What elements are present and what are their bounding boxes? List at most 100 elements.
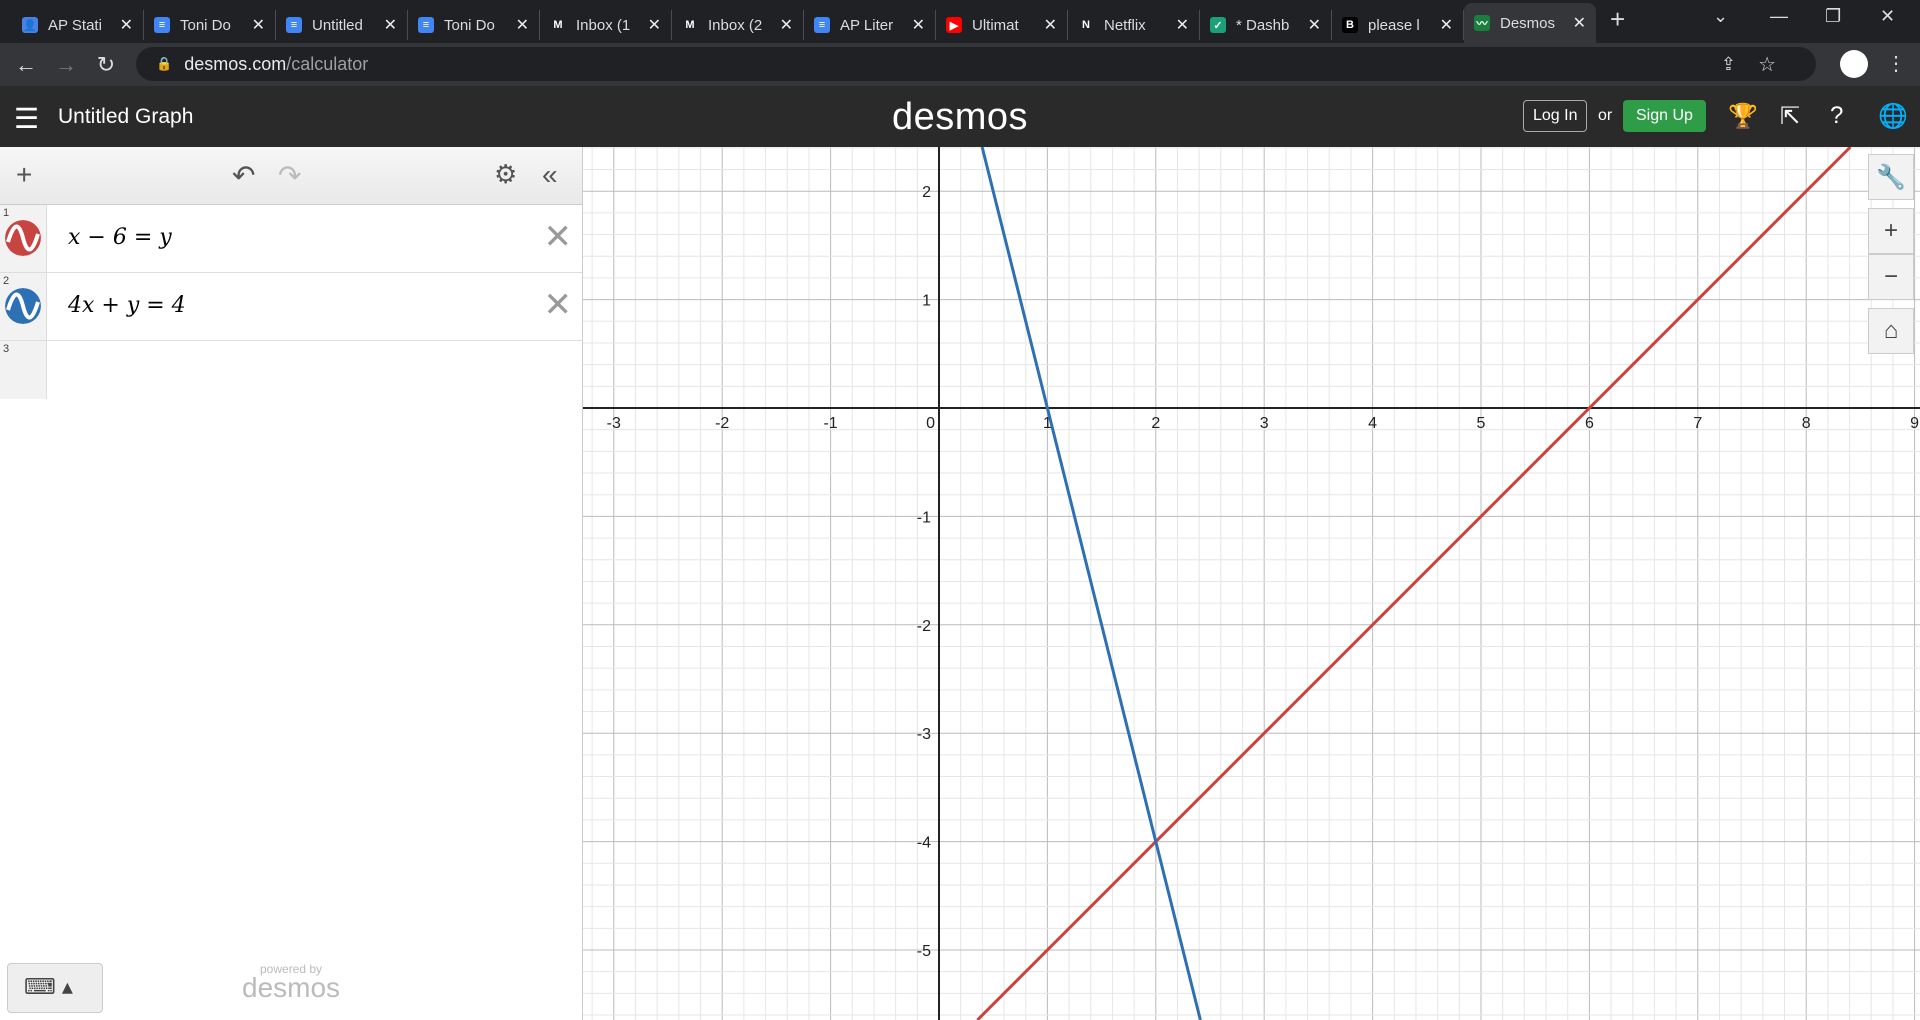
trophy-icon[interactable]: 🏆 — [1728, 102, 1758, 131]
tab[interactable]: ▶ Ultimat ✕ — [936, 10, 1068, 40]
x-tick-label: 3 — [1260, 415, 1269, 432]
y-tick-label: 1 — [922, 293, 931, 310]
x-tick-label: 9 — [1910, 415, 1919, 432]
tab-close-icon[interactable]: ✕ — [252, 15, 265, 35]
tab-title: Toni Do — [444, 16, 495, 34]
new-tab-button[interactable]: + — [1610, 4, 1625, 35]
powered-brand: desmos — [242, 972, 341, 1003]
settings-gear-icon[interactable]: ⚙ — [494, 159, 517, 190]
expression-row[interactable]: 2 4x + y = 4 ✕ — [0, 273, 582, 341]
tab-close-icon[interactable]: ✕ — [1308, 15, 1321, 35]
graph-toggle-icon[interactable] — [5, 288, 41, 324]
tab-close-icon[interactable]: ✕ — [516, 15, 529, 35]
expression-number: 3 — [3, 343, 10, 355]
collapse-panel-icon[interactable]: « — [542, 159, 558, 191]
y-tick-label: -2 — [917, 618, 931, 635]
x-tick-label: 7 — [1693, 415, 1702, 432]
minimize-button[interactable]: — — [1770, 6, 1788, 27]
share-icon[interactable]: ⇪ — [1721, 54, 1736, 75]
x-tick-label: 4 — [1368, 415, 1377, 432]
add-expression-icon[interactable]: + — [16, 159, 32, 191]
delete-expression-icon[interactable]: ✕ — [544, 217, 573, 257]
language-globe-icon[interactable]: 🌐 — [1878, 102, 1908, 131]
graph-toggle-icon[interactable] — [5, 220, 41, 256]
expression-toolbar: + ↶ ↷ ⚙ « — [0, 147, 582, 205]
tab-close-icon[interactable]: ✕ — [912, 15, 925, 35]
tab-favicon-icon: N — [1078, 17, 1094, 33]
tab-search-icon[interactable]: ⌄ — [1713, 6, 1728, 27]
share-graph-icon[interactable]: ⇱ — [1780, 102, 1800, 131]
star-icon[interactable]: ☆ — [1758, 52, 1776, 77]
expression-panel: + ↶ ↷ ⚙ « 1 x − 6 = y ✕ 2 4x + y = 4 ✕ 3 ⌨ ▴ p… — [0, 147, 583, 1020]
reload-icon[interactable]: ↻ — [86, 52, 126, 78]
tab-favicon-icon: ▶ — [946, 17, 962, 33]
expression-row[interactable]: 3 — [0, 341, 582, 399]
tab[interactable]: M Inbox (2 ✕ — [672, 10, 804, 40]
help-icon[interactable]: ? — [1830, 102, 1843, 130]
redo-icon[interactable]: ↷ — [278, 159, 301, 192]
x-tick-label: 2 — [1151, 415, 1160, 432]
tab-close-icon[interactable]: ✕ — [1176, 15, 1189, 35]
tab-close-icon[interactable]: ✕ — [1440, 15, 1453, 35]
tab[interactable]: ≡ AP Liter ✕ — [804, 10, 936, 40]
tab-close-icon[interactable]: ✕ — [1573, 13, 1586, 33]
tab-close-icon[interactable]: ✕ — [648, 15, 661, 35]
tab[interactable]: ≡ Untitled ✕ — [276, 10, 408, 40]
back-icon[interactable]: ← — [6, 52, 46, 78]
expression-math[interactable]: x − 6 = y — [68, 225, 172, 250]
tab-favicon-icon: M — [550, 17, 566, 33]
tab-title: Desmos — [1500, 14, 1556, 32]
forward-icon[interactable]: → — [46, 52, 86, 78]
tab-close-icon[interactable]: ✕ — [384, 15, 397, 35]
y-tick-label: -3 — [917, 726, 931, 743]
tab[interactable]: M Inbox (1 ✕ — [540, 10, 672, 40]
tab-title: AP Liter — [840, 16, 894, 34]
graph-canvas[interactable]: -3 -2 -1 0 1 2 3 4 5 6 7 8 9 -5 -4 -3 -2 -1 1 2 — [583, 147, 1920, 1020]
tab[interactable]: Bplease l ✕ — [1332, 10, 1464, 40]
tab[interactable]: ✓ * Dashb ✕ — [1200, 10, 1332, 40]
lock-icon: 🔒 — [156, 56, 173, 71]
tab-title: Untitled — [312, 16, 363, 34]
close-window-button[interactable]: ✕ — [1880, 6, 1895, 27]
url-input[interactable]: 🔒 desmos.com/calculator ☆ ⇪ — [136, 47, 1816, 81]
keyboard-toggle-button[interactable]: ⌨ ▴ — [7, 963, 103, 1013]
tab-favicon-icon: ≡ — [814, 17, 830, 33]
tab[interactable]: 👤 AP Stati ✕ — [12, 10, 144, 40]
x-tick-label: 8 — [1802, 415, 1811, 432]
expression-row[interactable]: 1 x − 6 = y ✕ — [0, 205, 582, 273]
graph-settings-wrench-icon[interactable]: 🔧 — [1868, 154, 1914, 200]
tab-close-icon[interactable]: ✕ — [120, 15, 133, 35]
y-tick-label: -5 — [917, 943, 931, 960]
expression-number: 2 — [3, 275, 10, 287]
x-tick-label: -3 — [607, 415, 621, 432]
tab[interactable]: ≡ Toni Do ✕ — [144, 10, 276, 40]
chrome-menu-icon[interactable]: ⋮ — [1886, 51, 1906, 76]
zoom-out-button[interactable]: − — [1868, 254, 1914, 300]
tab[interactable]: ≡ Toni Do ✕ — [408, 10, 540, 40]
tab-favicon-icon: M — [682, 17, 698, 33]
tab-close-icon[interactable]: ✕ — [1044, 15, 1057, 35]
desmos-header: ☰ Untitled Graph desmos Log In or Sign U… — [0, 86, 1920, 147]
tab-close-icon[interactable]: ✕ — [780, 15, 793, 35]
tab-favicon-icon: ≡ — [154, 17, 170, 33]
login-button[interactable]: Log In — [1523, 100, 1588, 132]
tab[interactable]: N Netflix ✕ — [1068, 10, 1200, 40]
graph-svg[interactable]: -3 -2 -1 0 1 2 3 4 5 6 7 8 9-5-4-3-2-112 — [583, 147, 1920, 1020]
profile-avatar[interactable] — [1840, 50, 1868, 78]
zoom-in-button[interactable]: + — [1868, 208, 1914, 254]
expression-math[interactable]: 4x + y = 4 — [68, 293, 186, 318]
delete-expression-icon[interactable]: ✕ — [544, 285, 573, 325]
url-path: /calculator — [286, 53, 369, 74]
home-zoom-button[interactable]: ⌂ — [1868, 308, 1914, 354]
tab-title: Ultimat — [972, 16, 1019, 34]
x-tick-label: -1 — [823, 415, 837, 432]
graph-controls: 🔧 + − ⌂ — [1868, 154, 1914, 354]
url-host: desmos.com — [184, 53, 287, 74]
tab[interactable]: 〰 Desmos ✕ — [1464, 3, 1596, 43]
tab-title: please l — [1368, 16, 1420, 34]
signup-button[interactable]: Sign Up — [1623, 100, 1706, 132]
y-tick-label: -4 — [917, 835, 931, 852]
undo-icon[interactable]: ↶ — [232, 159, 255, 192]
restore-button[interactable]: ❐ — [1825, 6, 1841, 27]
x-tick-label: -2 — [715, 415, 729, 432]
